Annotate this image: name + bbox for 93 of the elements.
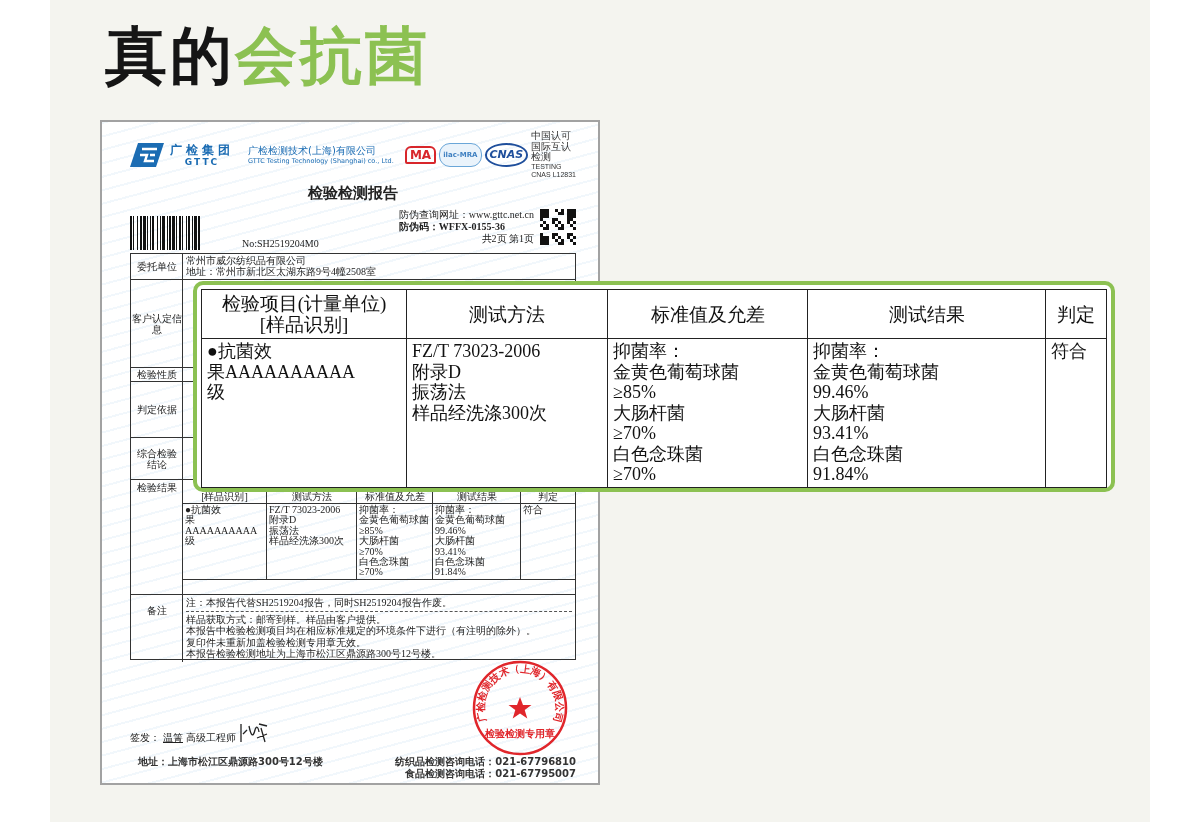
cell-text-line: 符合 xyxy=(1051,341,1088,362)
cell-text-line: 91.84% xyxy=(435,567,466,578)
accreditation-logo: CNAS xyxy=(484,143,529,167)
accreditation-text: 检测 xyxy=(531,152,553,163)
cell-text-line: FZ/T 73023-2006 xyxy=(269,505,342,515)
remark-line: 复印件未重新加盖检验检测专用章无效。 xyxy=(186,636,366,648)
cell-text-line: 大肠杆菌 xyxy=(359,536,400,547)
column-header: 判定 xyxy=(538,491,558,502)
accreditation-logo: MA xyxy=(404,146,437,164)
column-header-line: 标准值及允差 xyxy=(649,303,766,325)
cell-text-line: 样品经洗涤300次 xyxy=(269,536,345,547)
row-label: 检验性质 xyxy=(136,369,177,380)
cell-text-line: FZ/T 73023-2006 xyxy=(412,341,542,362)
cell-text-line: 附录D xyxy=(412,361,462,382)
cell-text-line: ≥70% xyxy=(359,567,384,578)
cell-text-line: 大肠杆菌 xyxy=(613,402,686,423)
page-count: 共2页 第1页 xyxy=(480,233,534,245)
signer-label: 签发： xyxy=(130,732,160,744)
logo-icon xyxy=(130,143,164,167)
column-header: 测试结果 xyxy=(456,491,497,502)
cell-text-line: 抑菌率： xyxy=(435,505,475,516)
row-label: 息 xyxy=(151,323,162,335)
row-label: 检验结果 xyxy=(136,482,177,493)
group-name: 广检集团 xyxy=(170,142,234,157)
cell-text-line: 93.41% xyxy=(813,423,870,444)
cell-text-line: ●抗菌效 xyxy=(185,505,223,516)
remark-line: 本报告中检验检测项目均在相应标准规定的环境条件下进行（有注明的除外）。 xyxy=(186,625,537,636)
qr-code-icon xyxy=(540,209,576,245)
cell-text-line: 大肠杆菌 xyxy=(813,402,886,423)
verify-code: 防伪码：WFFX-0155-36 xyxy=(398,221,506,233)
cell-text-line: 白色念珠菌 xyxy=(613,443,704,464)
remark-line: 本报告检验检测地址为上海市松江区鼎源路300号12号楼。 xyxy=(186,648,442,660)
column-header-line: 判定 xyxy=(1056,303,1096,325)
cell-text-line: ≥85% xyxy=(359,525,384,536)
report-number: No:SH2519204M0 xyxy=(242,238,319,250)
row-content-line: 地址：常州市新北区太湖东路9号4幢2508室 xyxy=(186,266,377,277)
row-label: 判定依据 xyxy=(136,404,177,415)
cell-text-line: 抑菌率： xyxy=(359,505,399,516)
cell-text-line: 果AAAAAAAAAA xyxy=(185,515,259,536)
cell-text-line: 金黄色葡萄球菌 xyxy=(359,515,430,526)
cell-text-line: 金黄色葡萄球菌 xyxy=(813,361,940,382)
cell-text-line: 金黄色葡萄球菌 xyxy=(613,361,740,382)
footer-phone: 纺织品检测咨询电话：021-67796810 xyxy=(395,756,576,768)
footer-address: 地址：上海市松江区鼎源路300号12号楼 xyxy=(138,756,323,768)
column-header-line: [样品识别] xyxy=(258,314,350,335)
cell-text-line: 符合 xyxy=(523,505,544,516)
cell-text-line: 93.41% xyxy=(435,546,466,557)
column-header-line: 测试方法 xyxy=(468,303,546,325)
accreditation-text: 中国认可 xyxy=(531,131,573,142)
signer-name: 温箐 xyxy=(163,732,183,744)
cell-text-line: 振荡法 xyxy=(412,382,467,403)
cell-text-line: 白色念珠菌 xyxy=(813,443,904,464)
cell-text-line: ≥85% xyxy=(613,382,657,403)
column-header: [样品识别] xyxy=(201,491,248,502)
row-label: 综合检验 xyxy=(136,447,177,459)
cell-text-line: 附录D xyxy=(269,515,298,526)
group-code: GTTC xyxy=(183,156,221,168)
cell-text-line: 级 xyxy=(185,536,196,547)
row-label: 客户认定信 xyxy=(131,312,182,324)
accreditation-text: 国际互认 xyxy=(531,141,573,153)
column-header: 标准值及允差 xyxy=(364,491,425,502)
cell-text-line: 抑菌率： xyxy=(613,341,686,362)
column-header: 测试方法 xyxy=(291,491,332,502)
verify-url: 防伪查询网址：www.gttc.net.cn xyxy=(398,209,534,221)
cell-text-line: ≥70% xyxy=(359,546,383,557)
cell-text-line: 样品经洗涤300次 xyxy=(412,402,548,423)
remark-note: 注：本报告代替SH2519204报告，同时SH2519204报告作废。 xyxy=(186,597,453,609)
cell-text-line: 99.46% xyxy=(435,525,466,536)
row-label: 备注 xyxy=(146,605,167,616)
cell-text-line: 级 xyxy=(207,382,226,403)
cell-text-line: 金黄色葡萄球菌 xyxy=(435,515,506,526)
column-header-line: 测试结果 xyxy=(887,303,966,325)
column-header-line: 检验项目(计量单位) xyxy=(220,293,388,314)
cell-text-line: ●抗菌效 xyxy=(207,341,273,362)
footer-phone: 食品检测咨询电话：021-67795007 xyxy=(405,768,576,780)
row-label: 结论 xyxy=(146,458,167,470)
page-headline: 真的会抗菌 xyxy=(105,20,430,92)
cell-text-line: 白色念珠菌 xyxy=(359,557,410,568)
cell-text-line: 抑菌率： xyxy=(813,341,886,362)
report-title: 检验检测报告 xyxy=(306,184,399,203)
company-name: 广检检测技术(上海)有限公司 xyxy=(248,144,377,157)
signer-title: 高级工程师 xyxy=(186,732,236,744)
cell-text-line: 99.46% xyxy=(813,382,870,403)
row-content-line: 常州市威尔纺织品有限公司 xyxy=(186,255,306,266)
cell-text-line: 白色念珠菌 xyxy=(435,557,486,568)
cell-text-line: ≥70% xyxy=(613,423,657,444)
row-label: 委托单位 xyxy=(136,261,177,272)
cell-text-line: 果AAAAAAAAAA xyxy=(207,361,356,382)
cell-text-line: 大肠杆菌 xyxy=(435,536,476,547)
signature-drawing xyxy=(239,720,269,744)
cell-text-line: 91.84% xyxy=(813,464,870,485)
remark-line: 样品获取方式：邮寄到样。样品由客户提供。 xyxy=(186,613,387,625)
cell-text-line: ≥70% xyxy=(613,464,657,485)
